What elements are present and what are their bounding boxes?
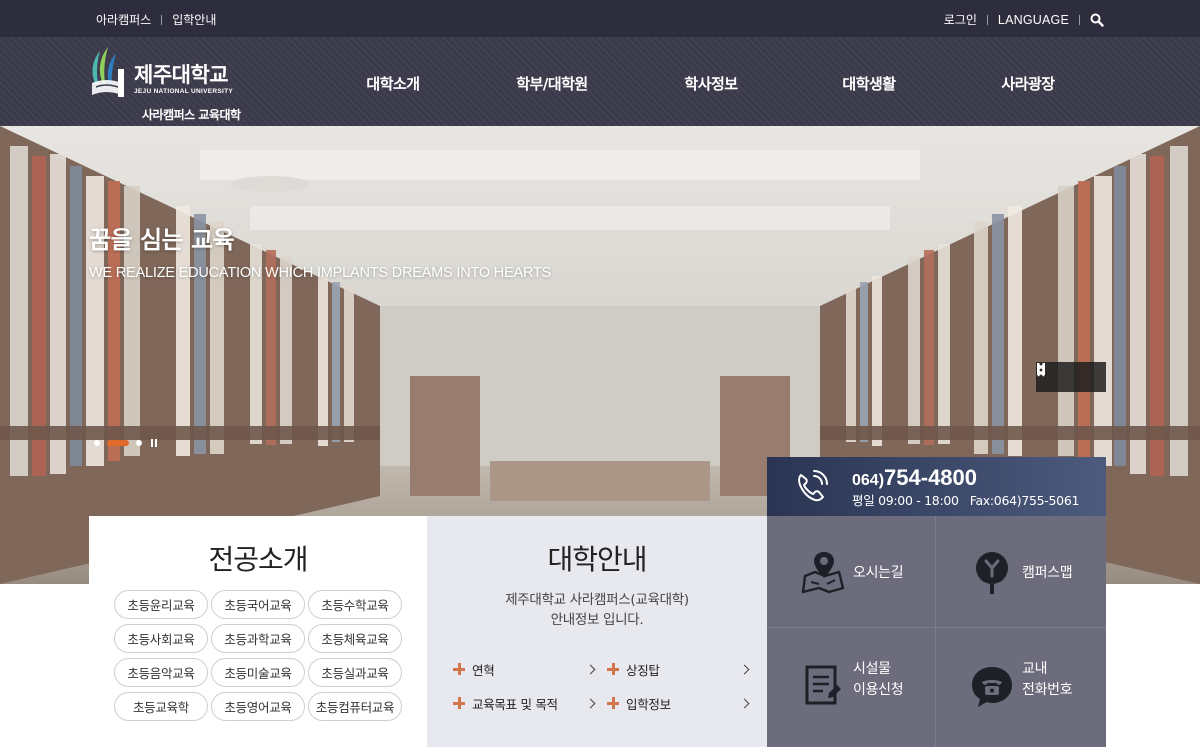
contact-phone-box: 064)754-4800 평일 09:00 - 18:00 Fax:064)75… xyxy=(767,457,1106,516)
phone-number: 064)754-4800 xyxy=(852,465,977,491)
major-button[interactable]: 초등음악교육 xyxy=(114,658,208,687)
pause-icon[interactable] xyxy=(151,439,157,447)
guide-description-line: 안내정보 입니다. xyxy=(550,612,644,628)
major-panel-title: 전공소개 xyxy=(208,543,308,576)
nav-about[interactable]: 대학소개 xyxy=(366,73,420,94)
phone-main-number: 754-4800 xyxy=(884,465,978,490)
top-left-links: 아라캠퍼스 입학안내 xyxy=(96,11,216,28)
office-hours: 평일 09:00 - 18:00 Fax:064)755-5061 xyxy=(852,493,1080,508)
logo-name-english: JEJU NATIONAL UNIVERSITY xyxy=(134,88,234,95)
guide-link-label: 연혁 xyxy=(472,662,495,678)
document-icon xyxy=(805,665,841,705)
logo-name-korean: 제주대학교 xyxy=(134,63,229,87)
quick-link-label: 캠퍼스맵 xyxy=(1022,565,1073,581)
university-logo[interactable]: 제주대학교 JEJU NATIONAL UNIVERSITY 사라캠퍼스 교육대… xyxy=(88,47,248,122)
major-button[interactable]: 초등사회교육 xyxy=(114,624,208,653)
major-intro-panel: 전공소개 초등윤리교육 초등국어교육 초등수학교육 초등사회교육 초등과학교육 … xyxy=(89,516,427,747)
quick-link-label-line: 시설물 xyxy=(853,661,891,677)
nav-campus-life[interactable]: 대학생활 xyxy=(842,73,896,94)
nav-departments[interactable]: 학부/대학원 xyxy=(516,73,588,94)
nav-academics[interactable]: 학사정보 xyxy=(684,73,738,94)
major-button[interactable]: 초등국어교육 xyxy=(211,590,305,619)
language-link[interactable]: LANGUAGE xyxy=(998,13,1069,27)
hero-subtitle: WE REALIZE EDUCATION WHICH IMPLANTS DREA… xyxy=(89,265,552,281)
plus-icon xyxy=(453,697,465,709)
guide-link-admission-info[interactable]: 입학정보 xyxy=(607,692,752,714)
university-guide-panel: 대학안내 제주대학교 사라캠퍼스(교육대학) 안내정보 입니다. 연혁 상징탑 … xyxy=(427,516,767,747)
top-utility-bar: 아라캠퍼스 입학안내 로그인 LANGUAGE xyxy=(0,0,1200,37)
slide-dot-active[interactable] xyxy=(107,440,129,446)
quick-link-facility-request[interactable]: 시설물 이용신청 xyxy=(767,628,936,740)
divider xyxy=(986,14,988,25)
major-button[interactable]: 초등과학교육 xyxy=(211,624,305,653)
guide-link-symbol-tower[interactable]: 상징탑 xyxy=(607,658,752,680)
site-header: 제주대학교 JEJU NATIONAL UNIVERSITY 사라캠퍼스 교육대… xyxy=(0,37,1200,126)
quick-link-phonebook[interactable]: 교내 전화번호 xyxy=(936,628,1105,740)
hero-title: 꿈을 심는 교육 xyxy=(89,226,235,254)
guide-link-history[interactable]: 연혁 xyxy=(453,658,598,680)
divider xyxy=(161,14,163,25)
search-icon[interactable] xyxy=(1090,13,1104,27)
chevron-right-icon xyxy=(585,698,596,708)
link-admission[interactable]: 입학안내 xyxy=(172,11,216,28)
pause-slide-button[interactable] xyxy=(1037,363,1101,387)
slider-controls xyxy=(1036,362,1106,392)
major-button[interactable]: 초등체육교육 xyxy=(308,624,402,653)
quick-link-directions[interactable]: 오시는길 xyxy=(767,516,936,628)
signpost-icon xyxy=(976,552,1008,594)
quick-link-label: 교내 전화번호 xyxy=(1022,659,1073,701)
quick-link-label: 오시는길 xyxy=(853,565,904,581)
pause-icon xyxy=(1037,363,1045,375)
quick-link-label-line: 이용신청 xyxy=(853,682,904,698)
major-button[interactable]: 초등수학교육 xyxy=(308,590,402,619)
quick-link-label-line: 교내 xyxy=(1022,661,1048,677)
major-button[interactable]: 초등실과교육 xyxy=(308,658,402,687)
guide-link-goals[interactable]: 교육목표 및 목적 xyxy=(453,692,598,714)
chevron-right-icon xyxy=(739,664,750,674)
plus-icon xyxy=(607,697,619,709)
chevron-right-icon xyxy=(739,698,750,708)
quick-link-label-line: 전화번호 xyxy=(1022,682,1073,698)
slide-dot[interactable] xyxy=(94,440,100,446)
top-right-links: 로그인 LANGUAGE xyxy=(944,11,1104,28)
plus-icon xyxy=(453,663,465,675)
divider xyxy=(1079,14,1080,25)
guide-link-label: 상징탑 xyxy=(626,662,660,678)
major-button[interactable]: 초등미술교육 xyxy=(211,658,305,687)
quick-links-panel: 오시는길 캠퍼스맵 시설물 이용신청 교내 전화번호 xyxy=(767,516,1106,747)
slider-pagination xyxy=(94,439,157,447)
nav-sara-square[interactable]: 사라광장 xyxy=(1001,73,1055,94)
chevron-right-icon xyxy=(585,664,596,674)
link-ara-campus[interactable]: 아라캠퍼스 xyxy=(96,11,151,28)
login-link[interactable]: 로그인 xyxy=(944,11,977,28)
map-pin-icon xyxy=(801,552,845,594)
guide-description: 제주대학교 사라캠퍼스(교육대학) 안내정보 입니다. xyxy=(427,590,767,630)
slide-dot[interactable] xyxy=(136,440,142,446)
major-button[interactable]: 초등컴퓨터교육 xyxy=(308,692,402,721)
telephone-bubble-icon xyxy=(972,667,1012,707)
plus-icon xyxy=(607,663,619,675)
logo-campus-name: 사라캠퍼스 교육대학 xyxy=(142,108,241,122)
major-button[interactable]: 초등교육학 xyxy=(114,692,208,721)
major-button[interactable]: 초등윤리교육 xyxy=(114,590,208,619)
guide-link-label: 입학정보 xyxy=(626,696,671,712)
major-button[interactable]: 초등영어교육 xyxy=(211,692,305,721)
guide-link-label: 교육목표 및 목적 xyxy=(472,696,558,712)
university-emblem-icon xyxy=(92,47,124,97)
guide-description-line: 제주대학교 사라캠퍼스(교육대학) xyxy=(505,592,689,608)
phone-area-code: 064) xyxy=(852,472,885,489)
guide-panel-title: 대학안내 xyxy=(547,543,647,576)
quick-link-label: 시설물 이용신청 xyxy=(853,659,904,701)
next-slide-button[interactable] xyxy=(1037,363,1080,387)
phone-icon xyxy=(798,470,828,502)
quick-link-campus-map[interactable]: 캠퍼스맵 xyxy=(936,516,1105,628)
